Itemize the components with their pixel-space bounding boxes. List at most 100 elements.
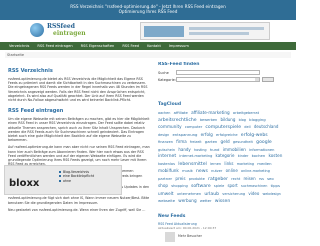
nav-item-eigenschaften[interactable]: RSS Eigenschaften xyxy=(77,42,119,50)
tag-link[interactable]: arbeitgeberrat xyxy=(233,111,259,115)
nav-item-eintragen[interactable]: RSS Feed eintragen xyxy=(33,42,76,50)
tag-link[interactable]: blogging xyxy=(249,117,265,122)
tag-link[interactable]: webdesign xyxy=(263,192,281,196)
tag-link[interactable]: freizeit xyxy=(190,140,202,144)
tag-link[interactable]: gutschein xyxy=(158,148,175,152)
tag-link[interactable]: versicherung xyxy=(222,192,245,196)
tag-link[interactable]: sport xyxy=(227,183,237,188)
tag-link[interactable]: software xyxy=(191,184,211,189)
tag-link[interactable]: produkte xyxy=(189,177,205,181)
search-button[interactable] xyxy=(262,77,274,82)
tag-link[interactable]: medien xyxy=(257,161,271,166)
tag-link[interactable]: internet xyxy=(158,154,176,159)
tag-link[interactable]: video xyxy=(248,191,259,196)
tag-link[interactable]: wetter xyxy=(200,199,212,203)
tag-link[interactable]: design xyxy=(158,133,169,137)
tag-link[interactable]: werbung xyxy=(178,198,196,203)
tag-link[interactable]: recht xyxy=(231,177,240,181)
tag-link[interactable]: online xyxy=(226,168,238,173)
tag-link[interactable]: tipps xyxy=(271,183,280,188)
tag-link[interactable]: hosting xyxy=(194,148,207,152)
tag-link[interactable]: spiele xyxy=(214,184,224,188)
nav-item-verzeichnis[interactable]: Verzeichnis xyxy=(5,42,33,50)
tag-link[interactable]: rss xyxy=(259,177,264,181)
tag-link[interactable]: lebensmittel xyxy=(178,162,207,167)
breadcrumb[interactable]: Startseite xyxy=(5,52,291,58)
tag-link[interactable]: webseite xyxy=(158,198,175,203)
tag-link[interactable]: bildung xyxy=(220,117,235,122)
tag-link[interactable]: aachen xyxy=(158,111,170,115)
tag-link[interactable]: mobilfunk xyxy=(158,168,179,173)
tag-link[interactable]: lernen xyxy=(210,162,221,166)
tag-link[interactable]: blog xyxy=(239,118,246,122)
tag-link[interactable]: reisen xyxy=(243,176,255,181)
tag-link[interactable]: entspannung xyxy=(172,132,197,137)
tag-link[interactable]: deutschland xyxy=(254,124,279,129)
tag-link[interactable]: suchmaschinen xyxy=(241,184,267,188)
nav-item-kontakt[interactable]: Kontakt xyxy=(143,42,165,50)
tag-link[interactable]: computer xyxy=(185,125,202,129)
tag-link[interactable]: links xyxy=(224,161,233,166)
tag-link[interactable]: handy xyxy=(178,147,190,152)
tag-link[interactable]: dell xyxy=(244,125,250,129)
tagcloud-title: TagCloud xyxy=(158,102,182,107)
tag-link[interactable]: affiliate xyxy=(174,110,188,115)
sidebar-ad[interactable]: Mehr Besucher xyxy=(165,232,235,242)
tag-link[interactable]: unternehmen xyxy=(177,192,201,196)
tag-link[interactable]: partner xyxy=(158,176,172,181)
sidebar: RSS-Feed finden Suche Kategorie: TagClou… xyxy=(158,62,286,246)
tag-link[interactable]: computerspiele xyxy=(205,125,241,130)
tag-link[interactable]: kochen xyxy=(252,153,266,158)
tag-link[interactable]: finanzen xyxy=(158,140,173,144)
tag-link[interactable]: erfolg-webs xyxy=(241,133,268,138)
tag-link[interactable]: arbeitsrechtliche xyxy=(158,118,197,123)
tag-link[interactable]: seo xyxy=(267,176,274,181)
tag-link[interactable]: geld xyxy=(221,139,230,144)
intro-paragraph: rssfeed-optimierung.de bietet als RSS Ve… xyxy=(8,77,148,103)
tag-link[interactable]: bewerben xyxy=(200,118,217,122)
tag-link[interactable]: shop xyxy=(158,183,168,188)
tag-link[interactable]: shopping xyxy=(171,184,187,188)
tag-link[interactable]: erfolgreiche xyxy=(216,133,238,137)
search-title: RSS-Feed finden xyxy=(158,62,200,67)
top-banner: RSS Verzeichnis "rssfeed-optimierung.de"… xyxy=(0,0,296,20)
tag-link[interactable]: kinder xyxy=(238,154,249,158)
tag-link[interactable]: community xyxy=(158,124,182,129)
tag-link[interactable]: internet-marketing xyxy=(179,154,212,158)
tag-link[interactable]: marketing xyxy=(237,162,254,166)
tag-link[interactable]: musik xyxy=(182,169,193,173)
ad-label: Mehr Besucher xyxy=(178,234,202,238)
tag-link[interactable]: nutzer xyxy=(211,169,222,173)
tag-link[interactable]: google xyxy=(256,140,272,145)
promo-box[interactable]: bloxx Blog-Verzeichnis eine Backlinkpfli… xyxy=(4,165,122,195)
tag-link[interactable]: wissen xyxy=(215,199,231,204)
tag-cloud: aachen affiliate affiliate-marketing arb… xyxy=(158,110,286,206)
tag-link[interactable]: urlaub xyxy=(204,192,219,197)
tag-link[interactable]: kosten xyxy=(268,153,282,158)
tag-link[interactable]: ratgeber xyxy=(208,177,228,182)
main-content: RSS Verzeichnis rssfeed-optimierung.de b… xyxy=(8,62,150,246)
promo-list: Blog-Verzeichnis eine Backlinkpflicht oh… xyxy=(59,170,94,183)
tag-link[interactable]: umwelt xyxy=(158,191,174,196)
nav-item-impressum[interactable]: Impressum xyxy=(165,42,193,50)
tag-link[interactable]: garten xyxy=(205,139,218,144)
search-label: Suche xyxy=(158,70,169,75)
header-ad-banner[interactable] xyxy=(140,22,270,40)
tag-link[interactable]: hund xyxy=(210,147,220,152)
tag-link[interactable]: online-marketing xyxy=(241,169,270,173)
paragraph: Auf rssfeed-optimierung.de kann man aber… xyxy=(8,145,150,166)
tag-link[interactable]: kostenlos xyxy=(158,162,175,166)
tag-link[interactable]: immobilien xyxy=(223,147,246,152)
tag-link[interactable]: affiliate-marketing xyxy=(191,110,230,115)
category-select[interactable] xyxy=(176,77,260,82)
tag-link[interactable]: preis xyxy=(175,176,185,181)
search-input[interactable] xyxy=(176,70,260,75)
tag-link[interactable]: gesundheit xyxy=(233,140,253,144)
tag-link[interactable]: firma xyxy=(176,139,186,144)
nav-item-rss-feed[interactable]: RSS Feed xyxy=(118,42,143,50)
tag-link[interactable]: erfolg xyxy=(201,132,213,137)
tag-link[interactable]: informationen xyxy=(249,148,274,152)
site-logo[interactable]: RSSfeed eintragen xyxy=(30,23,100,39)
tag-link[interactable]: news xyxy=(196,169,208,174)
tag-link[interactable]: kategorie xyxy=(216,153,235,158)
